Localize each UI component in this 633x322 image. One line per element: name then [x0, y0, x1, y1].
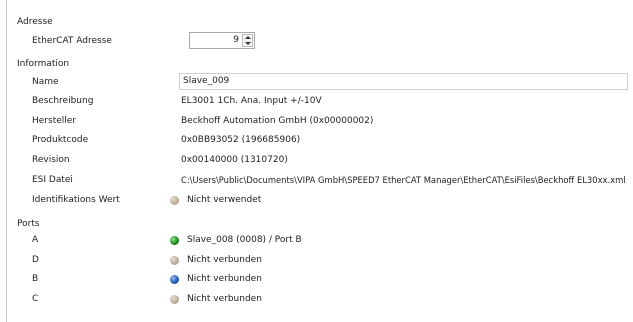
gray-status-dot-icon — [170, 256, 179, 265]
row-produktcode: Produktcode 0x0BB93052 (196685906) — [7, 131, 633, 150]
name-label: Name — [32, 77, 59, 87]
beschreibung-value: EL3001 1Ch. Ana. Input +/-10V — [181, 96, 322, 106]
identifikations-wert-value: Nicht verwendet — [187, 195, 262, 205]
port-d-label: D — [32, 255, 39, 265]
port-b-label: B — [32, 274, 39, 284]
port-c-value: Nicht verbunden — [187, 294, 262, 304]
row-port-a: A Slave_008 (0008) / Port B — [7, 231, 633, 250]
row-hersteller: Hersteller Beckhoff Automation GmbH (0x0… — [7, 112, 633, 131]
stepper-down-icon[interactable] — [245, 42, 251, 45]
row-esi-datei: ESI Datei C:\Users\Public\Documents\VIPA… — [7, 171, 633, 190]
gray-status-dot-icon — [170, 196, 179, 205]
port-a-value: Slave_008 (0008) / Port B — [187, 235, 302, 245]
esi-datei-label: ESI Datei — [32, 175, 73, 185]
port-a-label: A — [32, 235, 39, 245]
identifikations-wert-label: Identifikations Wert — [32, 195, 120, 205]
row-beschreibung: Beschreibung EL3001 1Ch. Ana. Input +/-1… — [7, 92, 633, 111]
blue-status-dot-icon — [170, 275, 179, 284]
port-d-value: Nicht verbunden — [187, 255, 262, 265]
port-b-value: Nicht verbunden — [187, 274, 262, 284]
revision-value: 0x00140000 (1310720) — [181, 155, 288, 165]
revision-label: Revision — [32, 155, 70, 165]
row-revision: Revision 0x00140000 (1310720) — [7, 151, 633, 170]
row-port-b: B Nicht verbunden — [7, 270, 633, 289]
section-adresse: Adresse — [17, 17, 53, 27]
row-ethercat-adresse: EtherCAT Adresse 9 — [7, 32, 633, 51]
row-identifikations-wert: Identifikations Wert Nicht verwendet — [7, 191, 633, 210]
ethercat-adresse-value[interactable]: 9 — [233, 33, 239, 48]
produktcode-label: Produktcode — [32, 135, 89, 145]
esi-datei-value: C:\Users\Public\Documents\VIPA GmbH\SPEE… — [181, 175, 626, 185]
port-c-label: C — [32, 294, 39, 304]
stepper-buttons[interactable] — [242, 34, 253, 47]
name-field[interactable]: Slave_009 — [179, 73, 628, 90]
hersteller-label: Hersteller — [32, 116, 76, 126]
hersteller-value: Beckhoff Automation GmbH (0x00000002) — [181, 116, 374, 126]
section-information: Information — [17, 59, 70, 69]
green-status-dot-icon — [170, 236, 179, 245]
ethercat-adresse-stepper[interactable]: 9 — [189, 32, 255, 49]
beschreibung-label: Beschreibung — [32, 96, 94, 106]
section-ports: Ports — [17, 219, 40, 229]
ethercat-adresse-label: EtherCAT Adresse — [32, 36, 112, 46]
gray-status-dot-icon — [170, 295, 179, 304]
produktcode-value: 0x0BB93052 (196685906) — [181, 135, 301, 145]
row-port-d: D Nicht verbunden — [7, 251, 633, 270]
properties-panel: Adresse EtherCAT Adresse 9 Information N… — [6, 0, 633, 322]
row-port-c: C Nicht verbunden — [7, 290, 633, 309]
row-name: Name Slave_009 — [7, 73, 633, 92]
stepper-up-icon[interactable] — [245, 36, 251, 39]
